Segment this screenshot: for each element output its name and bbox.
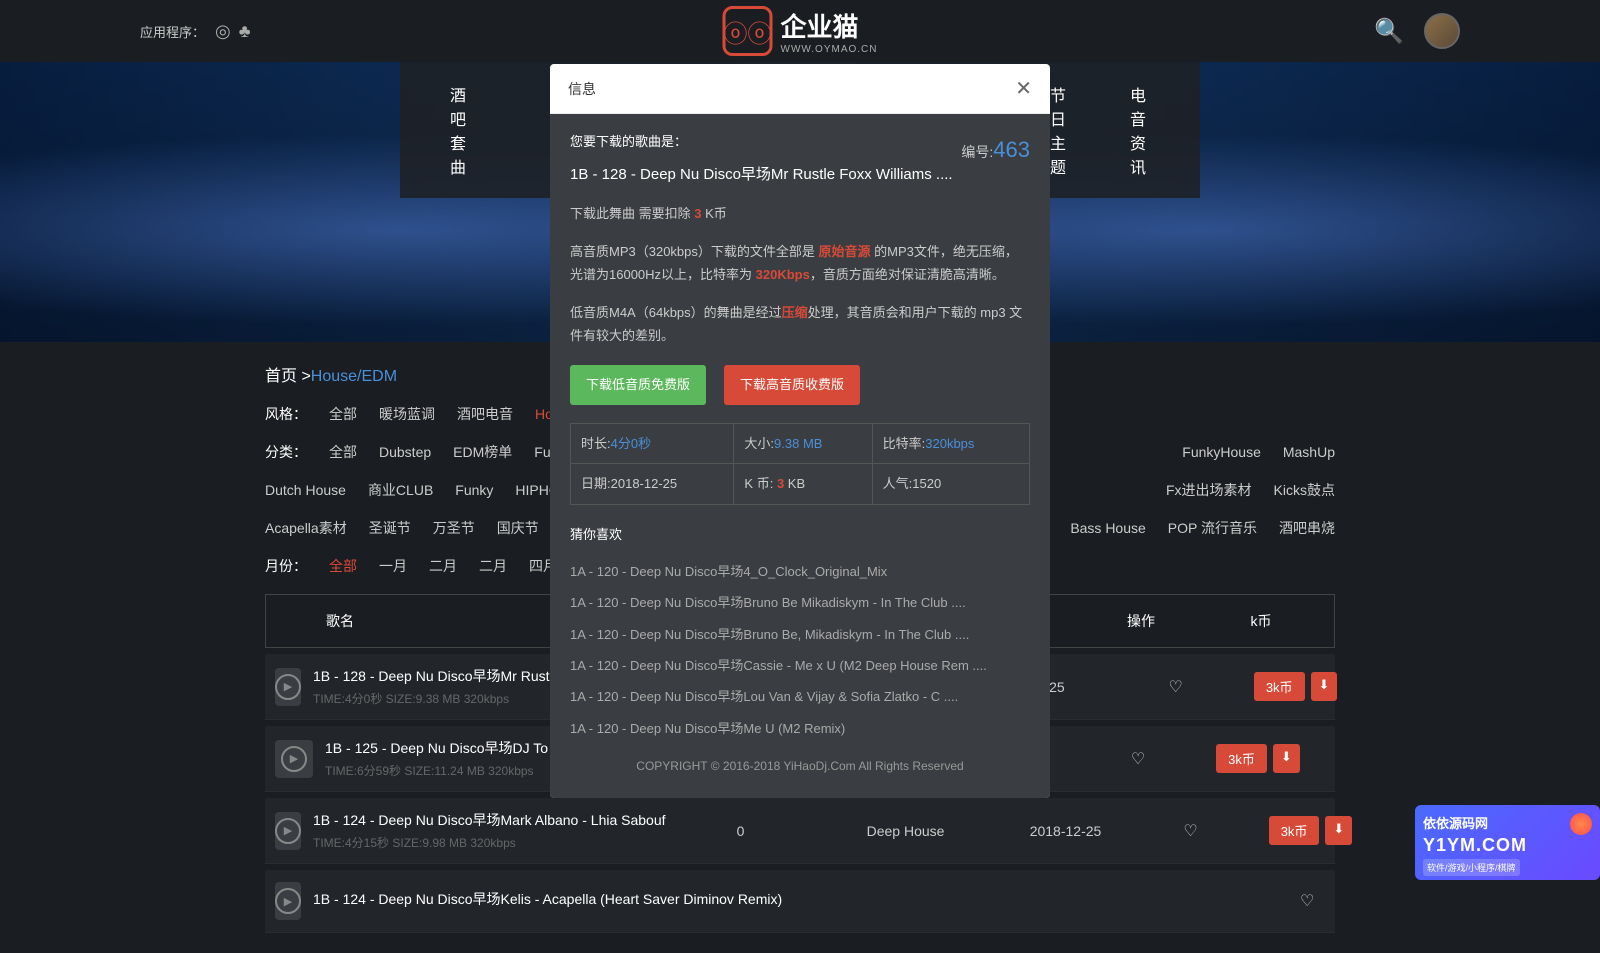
info-bitrate: 320kbps <box>925 436 974 451</box>
modal-body: 您要下载的歌曲是： 编号:463 1B - 128 - Deep Nu Disc… <box>550 114 1050 798</box>
info-duration: 4分0秒 <box>611 436 651 451</box>
recommendation-item[interactable]: 1A - 120 - Deep Nu Disco早场Lou Van & Vija… <box>570 681 1030 712</box>
download-free-button[interactable]: 下载低音质免费版 <box>570 365 706 404</box>
modal-line1: 您要下载的歌曲是： <box>570 134 687 149</box>
modal-desc-hq: 高音质MP3（320kbps）下载的文件全部是 原始音源 的MP3文件，绝无压缩… <box>570 240 1030 287</box>
modal-title: 信息 <box>568 79 596 99</box>
recommendation-item[interactable]: 1A - 120 - Deep Nu Disco早场Bruno Be, Mika… <box>570 619 1030 650</box>
info-popularity: 1520 <box>912 476 941 491</box>
modal-prompt: 您要下载的歌曲是： 编号:463 <box>570 130 1030 153</box>
info-size: 9.38 MB <box>774 436 822 451</box>
recommendation-item[interactable]: 1A - 120 - Deep Nu Disco早场Cassie - Me x … <box>570 650 1030 681</box>
modal-id: 编号:463 <box>961 130 1030 170</box>
modal-footer: COPYRIGHT © 2016-2018 YiHaoDj.Com All Ri… <box>570 744 1030 782</box>
modal-buttons: 下载低音质免费版 下载高音质收费版 <box>570 365 1030 404</box>
modal-header: 信息 ✕ <box>550 64 1050 114</box>
modal-overlay: 信息 ✕ 您要下载的歌曲是： 编号:463 1B - 128 - Deep Nu… <box>0 0 1600 900</box>
modal-info-table: 时长:4分0秒 大小:9.38 MB 比特率:320kbps 日期:2018-1… <box>570 423 1030 505</box>
recommendation-item[interactable]: 1A - 120 - Deep Nu Disco早场Me U (M2 Remix… <box>570 713 1030 744</box>
modal-id-value: 463 <box>993 137 1030 162</box>
recommendation-item[interactable]: 1A - 120 - Deep Nu Disco早场Bruno Be Mikad… <box>570 587 1030 618</box>
download-modal: 信息 ✕ 您要下载的歌曲是： 编号:463 1B - 128 - Deep Nu… <box>550 64 1050 798</box>
info-date: 2018-12-25 <box>611 476 678 491</box>
modal-cost: 下载此舞曲 需要扣除 3 K币 <box>570 202 1030 225</box>
close-icon[interactable]: ✕ <box>1015 76 1032 101</box>
recommendations-title: 猜你喜欢 <box>570 523 1030 546</box>
modal-desc-lq: 低音质M4A（64kbps）的舞曲是经过压缩处理，其音质会和用户下载的 mp3 … <box>570 301 1030 348</box>
recommendation-item[interactable]: 1A - 120 - Deep Nu Disco早场4_O_Clock_Orig… <box>570 556 1030 587</box>
download-paid-button[interactable]: 下载高音质收费版 <box>724 365 860 404</box>
